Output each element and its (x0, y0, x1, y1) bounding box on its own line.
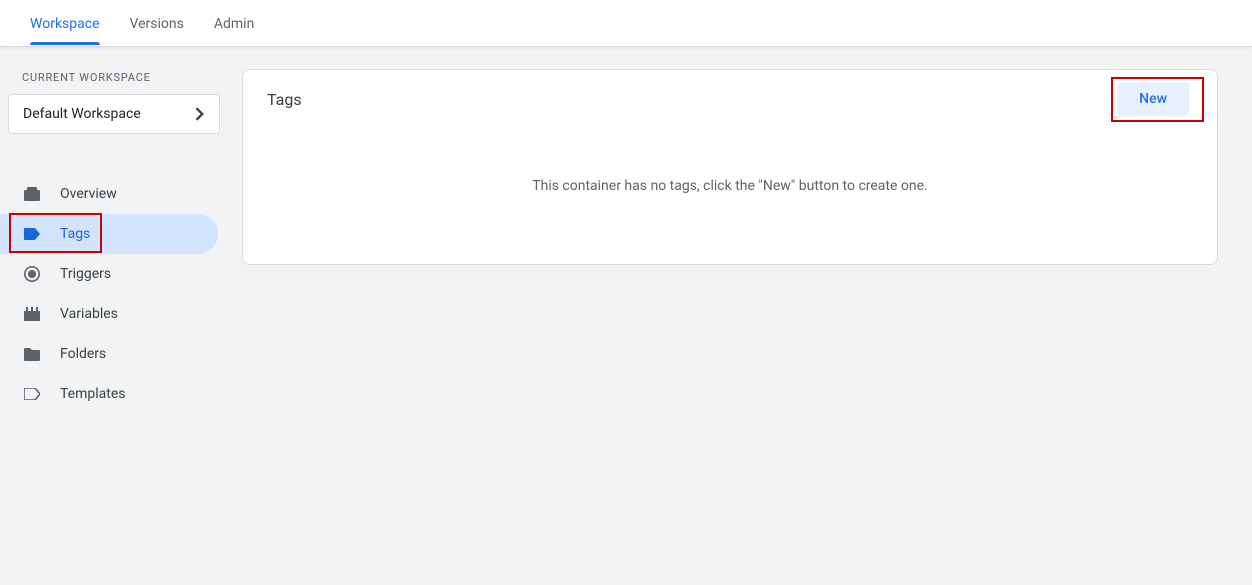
workspace-name: Default Workspace (23, 106, 141, 122)
tab-admin[interactable]: Admin (214, 2, 254, 44)
workspace-label: CURRENT WORKSPACE (0, 67, 240, 94)
variables-icon (24, 306, 40, 322)
main-content: Tags New This container has no tags, cli… (240, 47, 1252, 585)
templates-icon (24, 386, 40, 402)
tags-card: Tags New This container has no tags, cli… (242, 69, 1218, 265)
sidebar: CURRENT WORKSPACE Default Workspace Over… (0, 47, 240, 585)
tab-workspace[interactable]: Workspace (30, 2, 100, 44)
sidebar-item-label: Tags (60, 226, 90, 242)
dashboard-icon (24, 186, 40, 202)
triggers-icon (24, 266, 40, 282)
sidebar-item-label: Folders (60, 346, 106, 362)
top-tabs: Workspace Versions Admin (0, 0, 1252, 47)
sidebar-item-label: Variables (60, 306, 118, 322)
tab-versions[interactable]: Versions (130, 2, 184, 44)
new-button-wrap: New (1113, 78, 1193, 120)
sidebar-item-folders[interactable]: Folders (0, 334, 218, 374)
card-title: Tags (267, 90, 302, 109)
sidebar-nav: Overview Tags Triggers Variables (0, 174, 240, 414)
sidebar-item-variables[interactable]: Variables (0, 294, 218, 334)
folder-icon (24, 346, 40, 362)
sidebar-item-tags[interactable]: Tags (0, 214, 218, 254)
workspace-selector[interactable]: Default Workspace (8, 94, 220, 134)
sidebar-item-templates[interactable]: Templates (0, 374, 218, 414)
chevron-right-icon (195, 107, 205, 121)
sidebar-item-label: Templates (60, 386, 126, 402)
sidebar-item-triggers[interactable]: Triggers (0, 254, 218, 294)
sidebar-item-overview[interactable]: Overview (0, 174, 218, 214)
tag-icon (24, 226, 40, 242)
sidebar-item-label: Overview (60, 186, 117, 202)
new-button[interactable]: New (1117, 82, 1189, 116)
empty-state-text: This container has no tags, click the "N… (243, 128, 1217, 264)
card-header: Tags New (243, 70, 1217, 128)
sidebar-item-label: Triggers (60, 266, 111, 282)
